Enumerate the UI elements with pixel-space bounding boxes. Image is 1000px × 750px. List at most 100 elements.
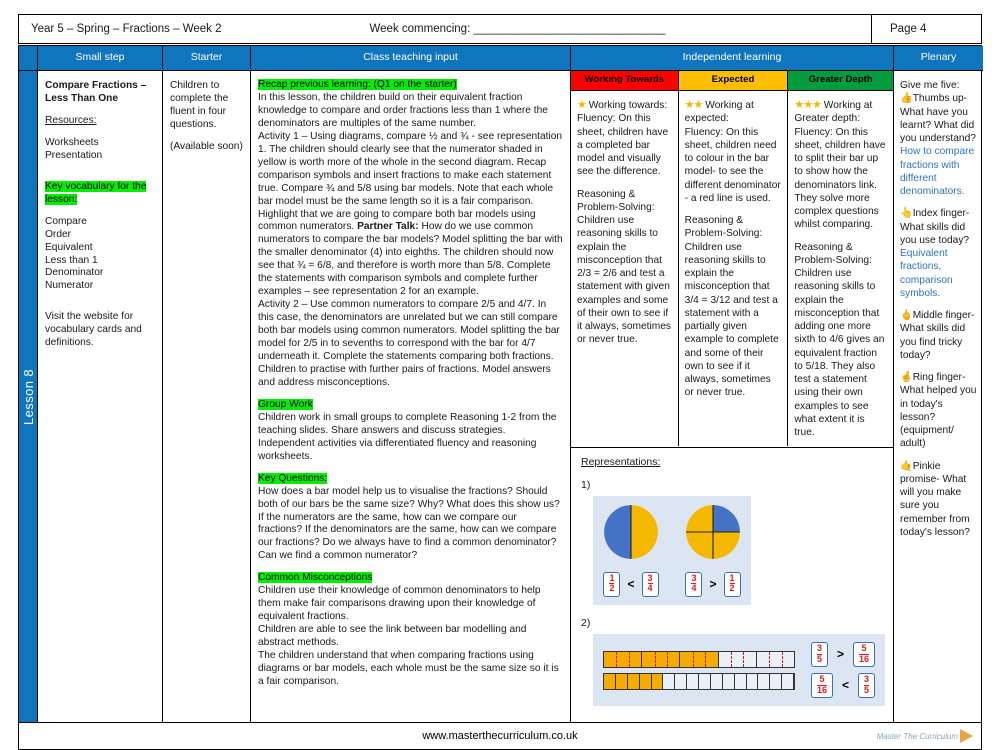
bar-model-sixteenths	[603, 672, 795, 690]
fraction-card: 3 5	[858, 673, 876, 698]
lesson-grid: Small step Starter Class teaching input …	[18, 45, 983, 723]
level-fluency: Fluency: On this sheet, children have to…	[794, 126, 886, 231]
independent-learning-cell: Working Towards ★ Working towards: Fluen…	[571, 71, 894, 722]
lesson-spine-label: Lesson 8	[20, 368, 36, 425]
bar-model-fifths	[603, 650, 795, 668]
comparison-symbol: <	[627, 576, 635, 591]
bar-segment	[722, 673, 735, 689]
page-number: Page 4	[871, 15, 981, 43]
index-finger-icon: 👆	[900, 208, 913, 220]
level-header-expected: Expected	[678, 71, 788, 92]
recap-paragraph-1: In this lesson, the children build on th…	[258, 91, 548, 129]
vocab-item: Equivalent	[45, 241, 93, 253]
level-reasoning: Reasoning & Problem-Solving: Children us…	[577, 188, 671, 346]
pie-group-three-quarters: 3 4 > 1 2	[685, 504, 741, 597]
fraction-card: 1 2	[603, 572, 621, 597]
footer: www.masterthecurriculum.co.uk Master The…	[18, 723, 982, 750]
starter-availability: (Available soon)	[170, 140, 243, 152]
fraction-card: 1 2	[723, 572, 741, 597]
pie-group-half: 1 2 < 3 4	[603, 504, 659, 597]
plenary-item: 🤙Pinkie promise- What will you make sure…	[900, 460, 977, 540]
vocab-item: Numerator	[45, 280, 94, 292]
bar-segment	[651, 673, 664, 689]
level-fluency: Fluency: On this sheet, children need to…	[684, 126, 781, 204]
middle-finger-icon: 🖕	[900, 310, 913, 321]
representations-title: Representations:	[581, 456, 661, 469]
bar-segment	[642, 651, 681, 667]
starter-text: Children to complete the fluent in four …	[170, 80, 229, 130]
column-header-independent-learning: Independent learning	[571, 46, 894, 71]
plenary-answer: How to compare fractions with different …	[900, 146, 975, 197]
plenary-question: What helped you in today's lesson? (equi…	[900, 385, 977, 450]
column-header-starter: Starter	[163, 46, 251, 71]
plenary-answer: Equivalent fractions, comparison symbols…	[900, 248, 953, 299]
fraction-card: 3 4	[641, 572, 659, 597]
representation-1: 1 2 < 3 4 3 4 > 1 2	[593, 496, 751, 605]
fraction-card: 5 16	[811, 673, 834, 698]
level-column-working-towards: Working Towards ★ Working towards: Fluen…	[571, 71, 679, 447]
bar-segment	[627, 673, 640, 689]
level-header-greater-depth: Greater Depth	[788, 71, 893, 92]
bar-subdivision-line	[731, 651, 732, 667]
recap-heading: Recap previous learning: (Q1 on the star…	[258, 79, 457, 90]
resources-label: Resources:	[45, 114, 97, 126]
comparison-symbol: >	[837, 647, 845, 662]
misconception-line: The children understand that when compar…	[258, 650, 559, 687]
class-teaching-input-cell: Recap previous learning: (Q1 on the star…	[251, 71, 571, 722]
bar-subdivision-line	[705, 651, 707, 667]
bar-subdivision-line	[616, 651, 618, 667]
unit-title: Year 5 – Spring – Fractions – Week 2	[31, 23, 222, 35]
key-questions-body: How does a bar model help us to visualis…	[258, 485, 560, 562]
bar-segment	[604, 651, 643, 667]
representation-number-1: 1)	[581, 478, 591, 491]
recap-paragraph-3: How do we use common numerators to compa…	[258, 221, 563, 298]
bar-subdivision-line	[654, 651, 656, 667]
plenary-question: What have you learnt? What did you under…	[900, 106, 976, 145]
misconceptions-heading: Common Misconceptions	[258, 572, 373, 584]
plenary-finger: Ring finger-	[912, 372, 966, 383]
bar-segment	[734, 673, 747, 689]
plenary-finger: Middle finger-	[912, 310, 975, 321]
website-note: Visit the website for vocabulary cards a…	[45, 311, 142, 349]
week-commencing-field: Week commencing: _______________________…	[369, 23, 666, 35]
pie-chart-three-quarters	[685, 504, 741, 565]
star-rating-2: ★★	[684, 99, 704, 112]
bar-subdivision-line	[628, 651, 630, 667]
bar-subdivision-line	[781, 651, 783, 667]
vocab-item: Less than 1	[45, 254, 98, 266]
bar-segment	[639, 673, 652, 689]
plenary-question: promise- What will you make sure you rem…	[900, 473, 970, 538]
column-header-small-step: Small step	[38, 46, 163, 71]
representations-section: Representations: 1) 1 2 < 3 4 3 4 > 1 2 …	[571, 447, 893, 722]
bar-segment	[710, 673, 723, 689]
level-reasoning: Reasoning & Problem-Solving: Children us…	[794, 241, 885, 439]
comparison-symbol: <	[842, 677, 850, 692]
brand-logo-text: Master The Curriculum	[876, 731, 958, 741]
bar-subdivision-line	[743, 651, 745, 667]
level-fluency: Fluency: On this sheet, children have a …	[577, 113, 669, 178]
recap-paragraph-4: Activity 2 – Use common numerators to co…	[258, 299, 560, 388]
plenary-item: 👍Thumbs up- What have you learnt? What d…	[900, 92, 977, 198]
plenary-cell: Give me five: 👍Thumbs up- What have you …	[894, 71, 983, 722]
group-work-heading: Group Work	[258, 398, 313, 410]
key-vocabulary-heading: Key vocabulary for the lesson:	[45, 180, 147, 205]
level-reasoning: Reasoning & Problem-Solving: Children us…	[684, 215, 779, 399]
group-work-body: Children work in small groups to complet…	[258, 411, 557, 462]
bar-subdivision-line	[769, 651, 771, 667]
representation-2: 3 5 > 5 16 5 16 < 3 5	[593, 634, 886, 706]
pinkie-icon: 🤙	[900, 460, 913, 472]
plenary-item: 🖕Middle finger- What skills did you find…	[900, 309, 977, 362]
resource-item: Presentation	[45, 149, 103, 161]
small-step-cell: Compare Fractions – Less Than One Resour…	[38, 71, 163, 722]
resource-item: Worksheets	[45, 136, 99, 148]
bar-segment	[770, 673, 783, 689]
recap-paragraph-2: Activity 1 – Using diagrams, compare ½ a…	[258, 130, 563, 298]
plenary-finger: Thumbs up-	[912, 93, 968, 105]
plenary-item: 👆Index finger- What skills did you use t…	[900, 207, 977, 300]
thumbs-up-icon: 👍	[900, 93, 913, 105]
star-rating-3: ★★★	[794, 99, 822, 112]
title-bar: Year 5 – Spring – Fractions – Week 2 Wee…	[18, 14, 982, 44]
bar-segment	[663, 673, 676, 689]
misconception-line: Children are able to see the link betwee…	[258, 624, 527, 649]
column-header-class-teaching-input: Class teaching input	[251, 46, 571, 71]
